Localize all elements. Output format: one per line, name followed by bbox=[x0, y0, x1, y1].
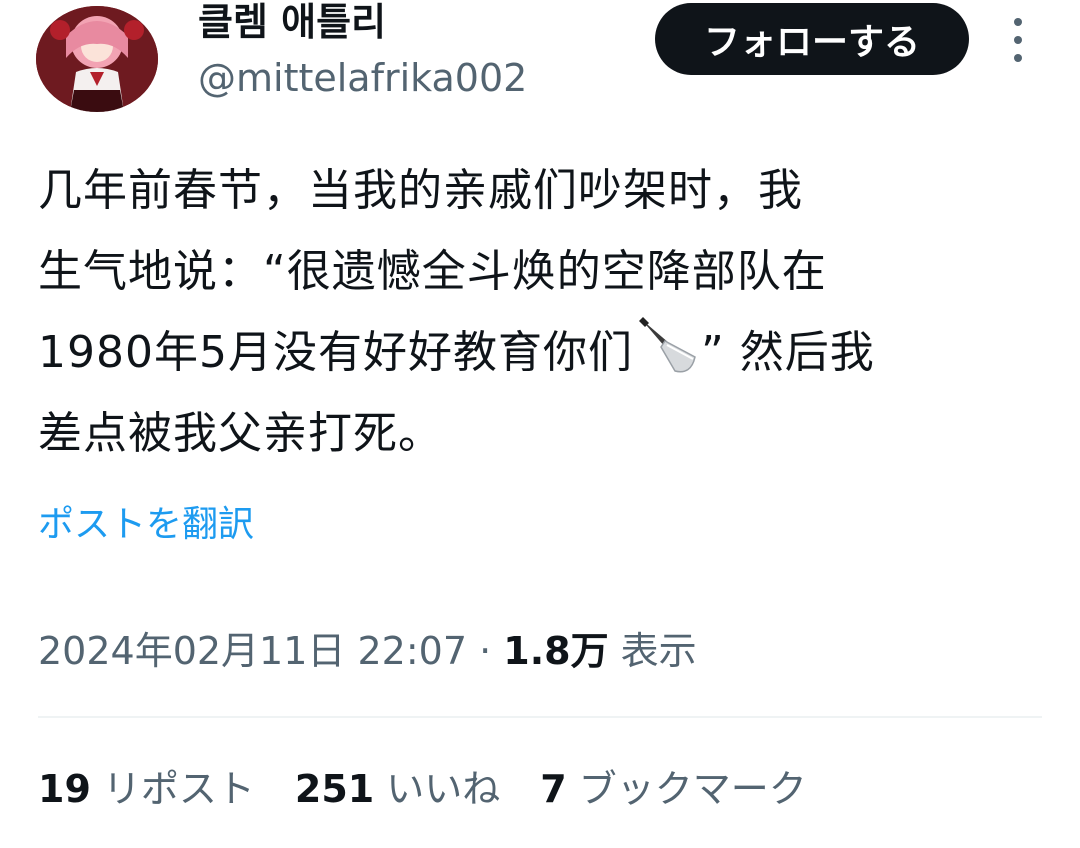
follow-button[interactable]: フォローする bbox=[655, 3, 969, 75]
more-vertical-icon[interactable] bbox=[1004, 18, 1032, 62]
knife-icon bbox=[638, 317, 696, 373]
bookmarks-label: ブックマーク bbox=[578, 767, 807, 811]
tweet-text: 几年前春节，当我的亲戚们吵架时，我 生气地说：“很遗憾全斗焕的空降部队在 198… bbox=[38, 150, 1048, 474]
display-name[interactable]: 클렘 애틀리 bbox=[198, 0, 386, 44]
dot bbox=[1014, 54, 1022, 62]
dot bbox=[1014, 36, 1022, 44]
tweet-header: 클렘 애틀리 @mittelafrika002 フォローする bbox=[0, 0, 1080, 130]
dot bbox=[1014, 18, 1022, 26]
divider bbox=[38, 716, 1042, 718]
tweet-line: 1980年5月没有好好教育你们 ” 然后我 bbox=[38, 312, 1048, 393]
likes-label: いいね bbox=[386, 767, 501, 811]
reposts-count: 19 bbox=[38, 767, 91, 811]
tweet-meta: 2024年02月11日 22:07 · 1.8万 表示 bbox=[38, 624, 697, 678]
post-datetime[interactable]: 2024年02月11日 22:07 bbox=[38, 629, 467, 673]
user-handle[interactable]: @mittelafrika002 bbox=[198, 56, 527, 100]
tweet-line: 几年前春节，当我的亲戚们吵架时，我 bbox=[38, 165, 803, 216]
avatar-image bbox=[36, 6, 158, 112]
bookmarks-stat[interactable]: 7 ブックマーク bbox=[540, 762, 806, 816]
translate-post-link[interactable]: ポストを翻訳 bbox=[38, 500, 254, 550]
bookmarks-count: 7 bbox=[540, 767, 567, 811]
engagement-stats: 19 リポスト 251 いいね 7 ブックマーク bbox=[38, 762, 807, 816]
likes-count: 251 bbox=[294, 767, 375, 811]
reposts-label: リポスト bbox=[102, 767, 255, 811]
tweet-line: 差点被我父亲打死。 bbox=[38, 408, 443, 459]
avatar[interactable] bbox=[36, 6, 158, 112]
meta-separator: · bbox=[467, 629, 504, 673]
tweet-line-text: 1980年5月没有好好教育你们 bbox=[38, 327, 633, 378]
tweet-line-text-after-emoji: ” 然后我 bbox=[700, 327, 875, 378]
tweet-line: 生气地说：“很遗憾全斗焕的空降部队在 bbox=[38, 246, 827, 297]
likes-stat[interactable]: 251 いいね bbox=[295, 762, 500, 816]
views-label: 表示 bbox=[608, 629, 697, 673]
views-count: 1.8万 bbox=[503, 629, 609, 673]
reposts-stat[interactable]: 19 リポスト bbox=[38, 762, 255, 816]
